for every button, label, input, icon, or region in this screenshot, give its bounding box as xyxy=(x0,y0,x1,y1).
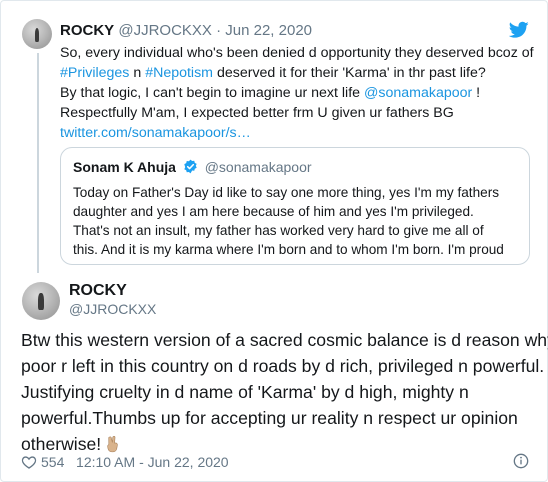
main-tweet-line: Btw this western version of a sacred cos… xyxy=(21,330,548,350)
main-tweet-timestamp[interactable]: 12:10 AM - Jun 22, 2020 xyxy=(76,454,229,470)
main-tweet-footer: 554 12:10 AM - Jun 22, 2020 xyxy=(21,452,529,472)
parent-tweet-text: So, every individual who's been denied d… xyxy=(60,43,534,143)
text-segment: So, every individual who's been denied d… xyxy=(60,45,534,61)
quote-line: this. And it is my karma where I'm born … xyxy=(73,242,504,257)
heart-icon[interactable] xyxy=(21,454,37,470)
main-tweet-avatar[interactable] xyxy=(22,282,60,320)
parent-tweet-date[interactable]: Jun 22, 2020 xyxy=(225,22,312,39)
quoted-tweet-author-name: Sonam K Ahuja xyxy=(73,159,176,175)
hashtag-nepotism-link[interactable]: #Nepotism xyxy=(145,65,213,81)
parent-tweet-author-handle[interactable]: @JJROCKXX xyxy=(118,22,212,39)
parent-tweet-avatar[interactable] xyxy=(22,19,52,49)
quoted-tweet-text: Today on Father's Day id like to say one… xyxy=(73,183,517,259)
tweet-line: Respectfully M'am, I expected better frm… xyxy=(60,103,527,123)
main-tweet-line: Justifying cruelty in d name of 'Karma' … xyxy=(21,382,469,402)
embedded-tweet-card: ROCKY @JJROCKXX · Jun 22, 2020 So, every… xyxy=(0,0,548,482)
quote-line: Today on Father's Day id like to say one… xyxy=(73,185,500,200)
text-segment: ! xyxy=(472,85,481,101)
main-tweet-text: Btw this western version of a sacred cos… xyxy=(21,327,548,457)
hashtag-privileges-link[interactable]: #Privileges xyxy=(60,65,129,81)
main-tweet-author-name[interactable]: ROCKY xyxy=(69,281,156,300)
parent-tweet-header: ROCKY @JJROCKXX · Jun 22, 2020 xyxy=(60,21,527,43)
text-segment: By that logic, I can't begin to imagine … xyxy=(60,85,364,101)
quoted-tweet-url-link[interactable]: twitter.com/sonamakapoor/s… xyxy=(60,125,251,141)
main-tweet-line: poor r left in this country on d roads b… xyxy=(21,356,545,376)
text-segment: Respectfully M'am, I expected better frm… xyxy=(60,105,454,121)
quote-line: daughter and yes I am here because of hi… xyxy=(73,204,474,219)
quoted-tweet[interactable]: Sonam K Ahuja @sonamakapoor Today on Fat… xyxy=(60,147,530,265)
tweet-line: twitter.com/sonamakapoor/s… xyxy=(60,123,527,143)
mention-sonamakapoor-link[interactable]: @sonamakapoor xyxy=(364,85,472,101)
parent-tweet-author-name[interactable]: ROCKY xyxy=(60,22,114,39)
victory-hand-emoji-icon xyxy=(107,435,118,453)
quoted-tweet-header: Sonam K Ahuja @sonamakapoor xyxy=(73,157,517,177)
main-tweet-header: ROCKY @JJROCKXX xyxy=(69,281,156,318)
main-tweet-line: powerful.Thumbs up for accepting ur real… xyxy=(21,408,518,428)
quote-line: That's not an insult, my father has work… xyxy=(73,223,484,238)
tweet-line: #Privileges n #Nepotism deserved it for … xyxy=(60,63,527,83)
like-action[interactable]: 554 12:10 AM - Jun 22, 2020 xyxy=(21,452,229,472)
text-segment: n xyxy=(129,65,146,81)
tweet-line: So, every individual who's been denied d… xyxy=(60,43,534,63)
text-segment: deserved it for their 'Karma' in thr pas… xyxy=(213,65,486,81)
header-separator: · xyxy=(216,22,222,39)
info-icon[interactable] xyxy=(513,453,529,469)
parent-tweet: ROCKY @JJROCKXX · Jun 22, 2020 So, every… xyxy=(60,21,534,143)
like-count[interactable]: 554 xyxy=(41,454,64,470)
quoted-tweet-author-handle: @sonamakapoor xyxy=(204,159,312,175)
main-tweet-line: otherwise! xyxy=(21,434,102,454)
thread-connector-line xyxy=(37,53,39,273)
main-tweet-author-handle[interactable]: @JJROCKXX xyxy=(69,300,156,318)
tweet-line: By that logic, I can't begin to imagine … xyxy=(60,83,527,103)
verified-badge-icon xyxy=(184,159,197,174)
